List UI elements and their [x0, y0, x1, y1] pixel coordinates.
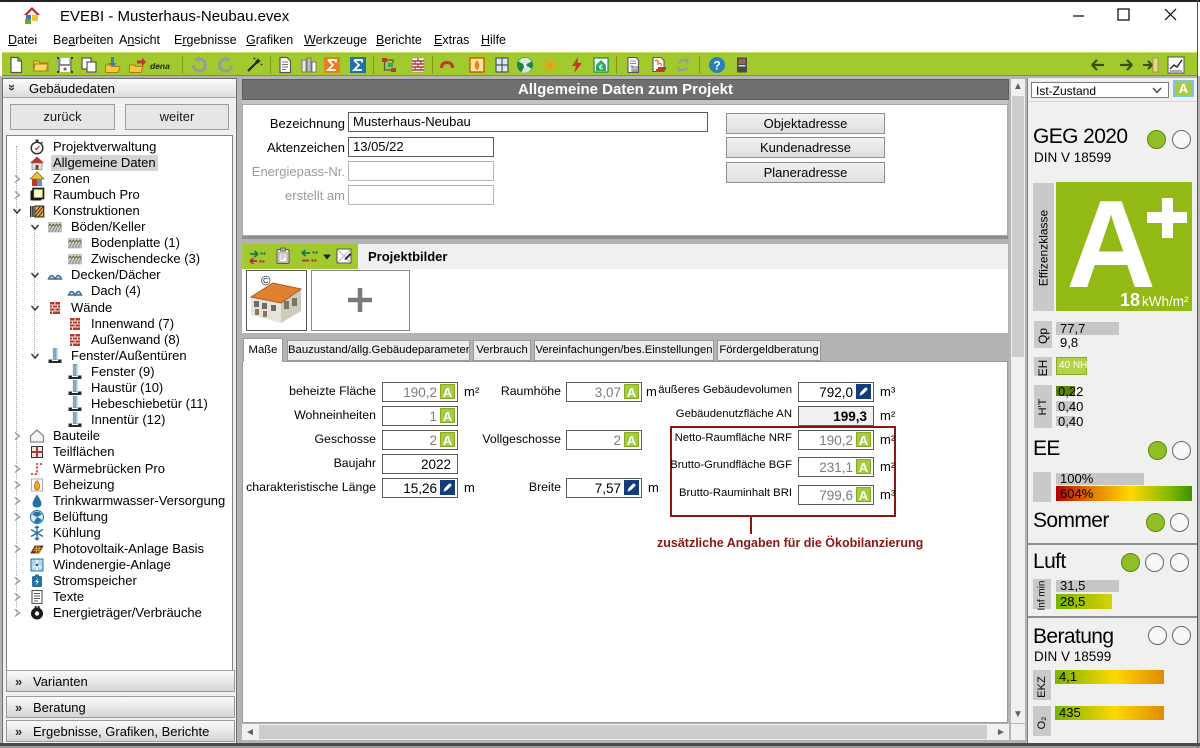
svg-text:A: A — [1066, 182, 1156, 311]
svg-text:?: ? — [713, 59, 720, 73]
svg-text:€: € — [599, 65, 603, 72]
